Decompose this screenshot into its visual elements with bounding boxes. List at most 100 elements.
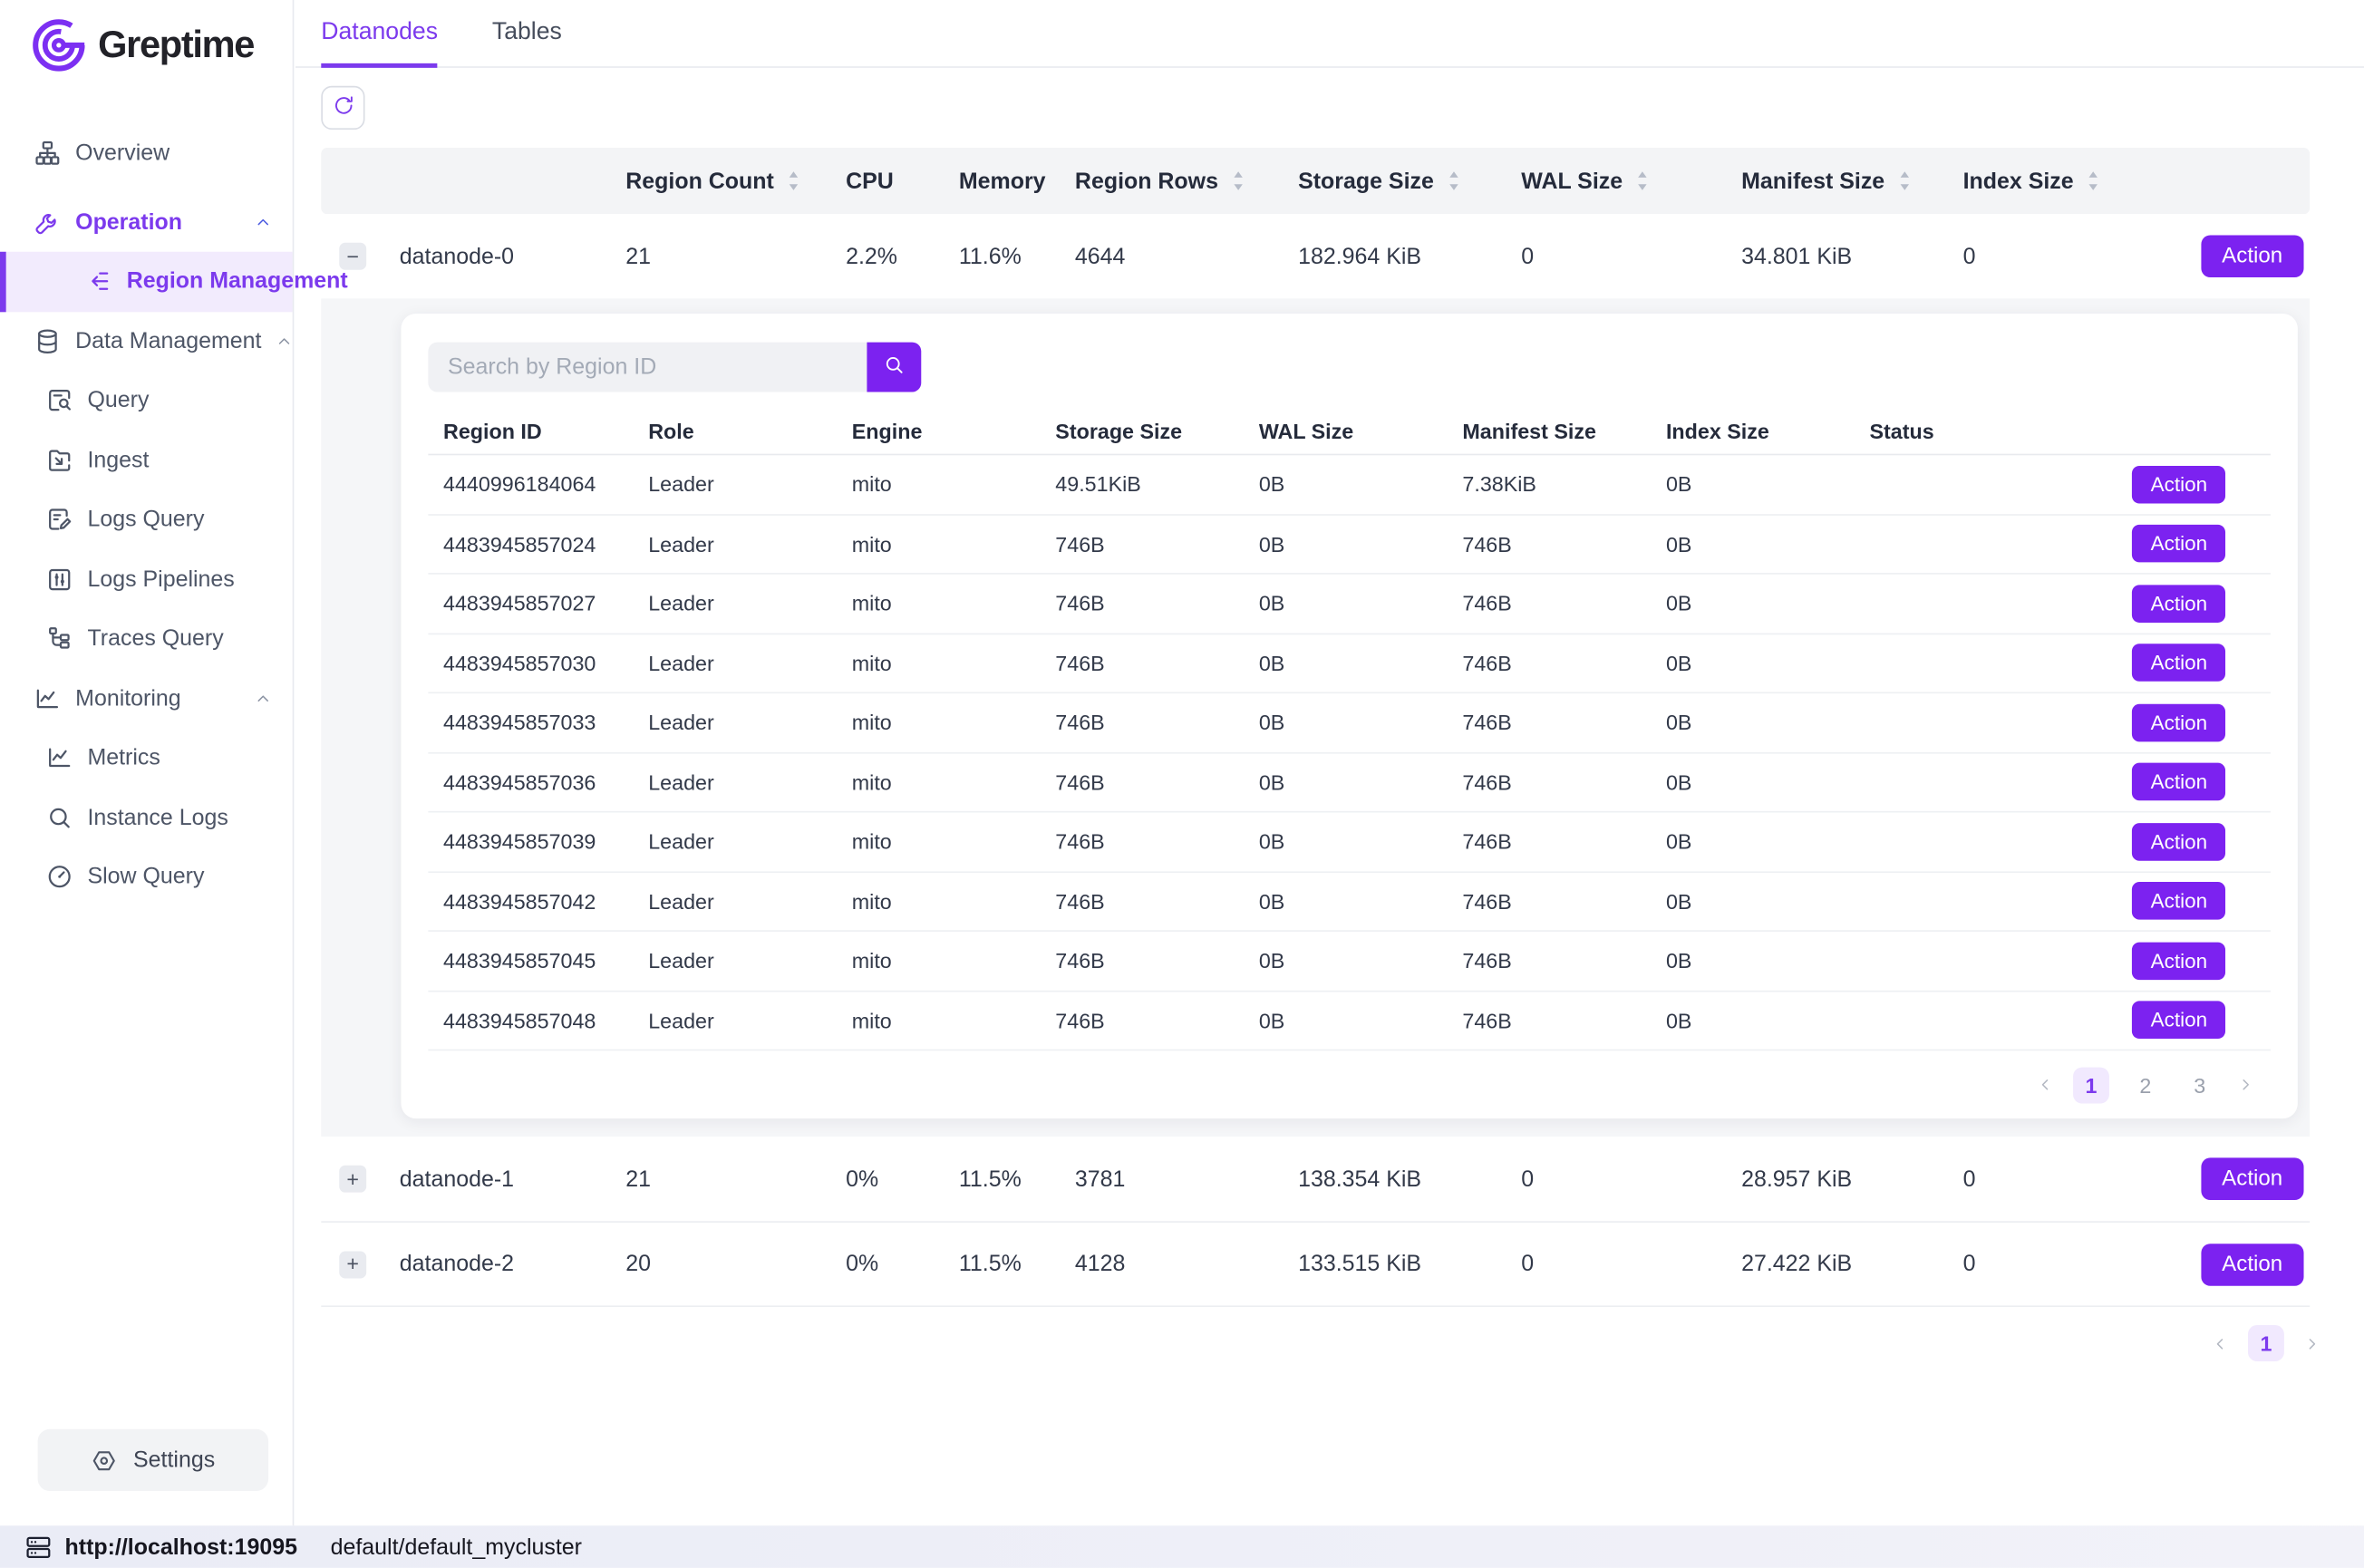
region-cell-6: 0B xyxy=(1651,829,1855,854)
region-search xyxy=(428,343,2271,392)
datanodes-page-1[interactable]: 1 xyxy=(2248,1325,2284,1361)
sidebar-item-monitoring[interactable]: Monitoring xyxy=(0,669,293,729)
region-cell-1: Leader xyxy=(634,532,838,557)
sidebar-item-instance-logs[interactable]: Instance Logs xyxy=(0,788,293,847)
datanodes-next-page-button[interactable] xyxy=(2302,1333,2322,1353)
region-action-button[interactable]: Action xyxy=(2133,644,2225,682)
region-cell-6: 0B xyxy=(1651,770,1855,795)
column-label: CPU xyxy=(846,168,894,193)
sidebar-item-region-management[interactable]: Region Management xyxy=(0,252,293,312)
region-column-header-6: Index Size xyxy=(1651,419,1855,443)
datanode-action-button[interactable]: Action xyxy=(2201,1243,2304,1285)
settings-button[interactable]: Settings xyxy=(38,1429,268,1491)
region-cell-1: Leader xyxy=(634,829,838,854)
sidebar-item-logs-query[interactable]: Logs Query xyxy=(0,490,293,550)
regions-next-page-button[interactable] xyxy=(2236,1075,2256,1095)
sidebar-item-overview[interactable]: Overview xyxy=(0,123,293,183)
chevron-up-icon[interactable] xyxy=(275,332,295,352)
region-cell-0: 4483945857033 xyxy=(428,711,633,735)
cell-storage-size: 182.964 KiB xyxy=(1275,244,1498,269)
tab-tables[interactable]: Tables xyxy=(492,0,562,67)
region-cell-6: 0B xyxy=(1651,949,1855,973)
sidebar-item-label: Operation xyxy=(75,209,182,235)
region-cell-3: 746B xyxy=(1041,532,1245,557)
regions-page-1[interactable]: 1 xyxy=(2073,1067,2109,1103)
sort-icon[interactable] xyxy=(1446,169,1462,193)
regions-page-2[interactable]: 2 xyxy=(2127,1067,2164,1103)
collapse-row-button[interactable]: − xyxy=(339,243,366,270)
region-action-cell: Action xyxy=(2043,882,2271,920)
column-label: Storage Size xyxy=(1298,168,1434,193)
chevron-up-icon[interactable] xyxy=(253,689,273,709)
sidebar-item-operation[interactable]: Operation xyxy=(0,192,293,252)
regions-prev-page-button[interactable] xyxy=(2035,1075,2055,1095)
tab-datanodes[interactable]: Datanodes xyxy=(321,0,438,67)
sidebar-item-metrics[interactable]: Metrics xyxy=(0,728,293,788)
region-row-4483945857033: 4483945857033Leadermito746B0B746B0BActio… xyxy=(428,693,2271,753)
sidebar-item-query[interactable]: Query xyxy=(0,371,293,431)
datanodes-table-header: Region CountCPUMemoryRegion RowsStorage … xyxy=(321,148,2310,214)
sort-icon[interactable] xyxy=(1896,169,1913,193)
sort-icon[interactable] xyxy=(2086,169,2102,193)
region-column-header-4: WAL Size xyxy=(1244,419,1448,443)
sidebar-item-logs-pipelines[interactable]: Logs Pipelines xyxy=(0,549,293,609)
table-end-divider xyxy=(321,1305,2310,1307)
cluster-name[interactable]: default/default_mycluster xyxy=(331,1534,582,1559)
region-cell-1: Leader xyxy=(634,770,838,795)
region-cell-3: 746B xyxy=(1041,889,1245,914)
regions-rows: 4440996184064Leadermito49.51KiB0B7.38KiB… xyxy=(428,455,2271,1050)
region-cell-1: Leader xyxy=(634,472,838,497)
region-action-cell: Action xyxy=(2043,1002,2271,1040)
region-action-button[interactable]: Action xyxy=(2133,823,2225,861)
sidebar-item-slow-query[interactable]: Slow Query xyxy=(0,847,293,907)
region-action-button[interactable]: Action xyxy=(2133,525,2225,563)
column-header-index-size: Index Size xyxy=(1941,168,2164,193)
region-cell-4: 0B xyxy=(1244,1008,1448,1032)
datanode-action-button[interactable]: Action xyxy=(2201,235,2304,277)
chevron-up-icon[interactable] xyxy=(253,212,273,232)
datanodes-prev-page-button[interactable] xyxy=(2210,1333,2230,1353)
cell-manifest-size: 27.422 KiB xyxy=(1719,1252,1941,1277)
sort-icon[interactable] xyxy=(1230,169,1246,193)
region-action-button[interactable]: Action xyxy=(2133,942,2225,980)
region-action-cell: Action xyxy=(2043,703,2271,741)
sidebar-item-traces-query[interactable]: Traces Query xyxy=(0,609,293,669)
regions-page-3[interactable]: 3 xyxy=(2182,1067,2218,1103)
region-action-button[interactable]: Action xyxy=(2133,585,2225,623)
expand-row-button[interactable]: + xyxy=(339,1166,366,1193)
region-action-button[interactable]: Action xyxy=(2133,703,2225,741)
cell-cpu: 0% xyxy=(823,1166,936,1192)
regions-pagination: 123 xyxy=(428,1050,2271,1118)
region-cell-6: 0B xyxy=(1651,472,1855,497)
sort-icon[interactable] xyxy=(1634,169,1651,193)
search-button[interactable] xyxy=(867,343,921,392)
region-cell-4: 0B xyxy=(1244,711,1448,735)
region-search-input[interactable] xyxy=(428,343,867,392)
region-cell-3: 746B xyxy=(1041,591,1245,615)
refresh-button[interactable] xyxy=(321,86,364,130)
region-action-button[interactable]: Action xyxy=(2133,882,2225,920)
region-cell-0: 4483945857048 xyxy=(428,1008,633,1032)
expand-cell: + xyxy=(321,1251,384,1278)
sidebar-item-data-management[interactable]: Data Management xyxy=(0,311,293,371)
region-cell-2: mito xyxy=(837,591,1041,615)
column-header-wal-size: WAL Size xyxy=(1498,168,1719,193)
sidebar-item-ingest[interactable]: Ingest xyxy=(0,431,293,490)
datanode-name: datanode-1 xyxy=(384,1166,603,1192)
expand-row-button[interactable]: + xyxy=(339,1251,366,1278)
region-action-button[interactable]: Action xyxy=(2133,1002,2225,1040)
sidebar-item-label: Region Management xyxy=(127,268,348,294)
datanode-action-button[interactable]: Action xyxy=(2201,1157,2304,1200)
region-action-button[interactable]: Action xyxy=(2133,763,2225,801)
region-cell-5: 746B xyxy=(1448,532,1652,557)
region-detail-card: Region IDRoleEngineStorage SizeWAL SizeM… xyxy=(401,314,2297,1118)
region-cell-5: 746B xyxy=(1448,770,1652,795)
region-action-button[interactable]: Action xyxy=(2133,466,2225,504)
region-cell-5: 746B xyxy=(1448,591,1652,615)
expand-cell: − xyxy=(321,243,384,270)
region-cell-4: 0B xyxy=(1244,532,1448,557)
sort-icon[interactable] xyxy=(786,169,802,193)
region-cell-3: 746B xyxy=(1041,770,1245,795)
region-row-4483945857024: 4483945857024Leadermito746B0B746B0BActio… xyxy=(428,515,2271,575)
endpoint-address[interactable]: http://localhost:19095 xyxy=(65,1534,297,1559)
